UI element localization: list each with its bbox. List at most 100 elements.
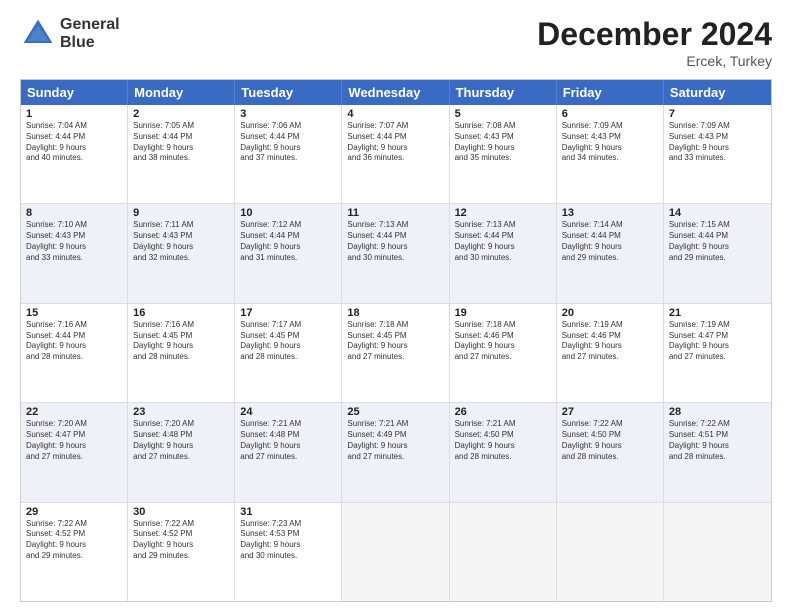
- calendar-cell: 9Sunrise: 7:11 AMSunset: 4:43 PMDaylight…: [128, 204, 235, 302]
- calendar-cell: 12Sunrise: 7:13 AMSunset: 4:44 PMDayligh…: [450, 204, 557, 302]
- calendar-cell: 7Sunrise: 7:09 AMSunset: 4:43 PMDaylight…: [664, 105, 771, 203]
- cell-text: Sunrise: 7:09 AMSunset: 4:43 PMDaylight:…: [669, 121, 766, 164]
- calendar-cell: 5Sunrise: 7:08 AMSunset: 4:43 PMDaylight…: [450, 105, 557, 203]
- weekday-header: Thursday: [450, 80, 557, 105]
- cell-text: Sunrise: 7:13 AMSunset: 4:44 PMDaylight:…: [455, 220, 551, 263]
- weekday-header: Monday: [128, 80, 235, 105]
- cell-text: Sunrise: 7:17 AMSunset: 4:45 PMDaylight:…: [240, 320, 336, 363]
- day-number: 3: [240, 108, 336, 120]
- day-number: 18: [347, 307, 443, 319]
- cell-text: Sunrise: 7:20 AMSunset: 4:48 PMDaylight:…: [133, 419, 229, 462]
- day-number: 2: [133, 108, 229, 120]
- weekday-header: Wednesday: [342, 80, 449, 105]
- cell-text: Sunrise: 7:10 AMSunset: 4:43 PMDaylight:…: [26, 220, 122, 263]
- calendar-cell: 11Sunrise: 7:13 AMSunset: 4:44 PMDayligh…: [342, 204, 449, 302]
- day-number: 31: [240, 506, 336, 518]
- header: General Blue December 2024 Ercek, Turkey: [20, 16, 772, 69]
- calendar-cell: 26Sunrise: 7:21 AMSunset: 4:50 PMDayligh…: [450, 403, 557, 501]
- cell-text: Sunrise: 7:09 AMSunset: 4:43 PMDaylight:…: [562, 121, 658, 164]
- calendar-cell: 14Sunrise: 7:15 AMSunset: 4:44 PMDayligh…: [664, 204, 771, 302]
- calendar: SundayMondayTuesdayWednesdayThursdayFrid…: [20, 79, 772, 602]
- day-number: 20: [562, 307, 658, 319]
- calendar-cell: 16Sunrise: 7:16 AMSunset: 4:45 PMDayligh…: [128, 304, 235, 402]
- cell-text: Sunrise: 7:12 AMSunset: 4:44 PMDaylight:…: [240, 220, 336, 263]
- day-number: 4: [347, 108, 443, 120]
- cell-text: Sunrise: 7:06 AMSunset: 4:44 PMDaylight:…: [240, 121, 336, 164]
- main-title: December 2024: [537, 16, 772, 53]
- day-number: 26: [455, 406, 551, 418]
- cell-text: Sunrise: 7:18 AMSunset: 4:45 PMDaylight:…: [347, 320, 443, 363]
- calendar-row: 22Sunrise: 7:20 AMSunset: 4:47 PMDayligh…: [21, 403, 771, 502]
- day-number: 10: [240, 207, 336, 219]
- day-number: 7: [669, 108, 766, 120]
- calendar-cell: 31Sunrise: 7:23 AMSunset: 4:53 PMDayligh…: [235, 503, 342, 601]
- weekday-header: Friday: [557, 80, 664, 105]
- cell-text: Sunrise: 7:07 AMSunset: 4:44 PMDaylight:…: [347, 121, 443, 164]
- cell-text: Sunrise: 7:22 AMSunset: 4:51 PMDaylight:…: [669, 419, 766, 462]
- cell-text: Sunrise: 7:04 AMSunset: 4:44 PMDaylight:…: [26, 121, 122, 164]
- day-number: 5: [455, 108, 551, 120]
- weekday-header: Tuesday: [235, 80, 342, 105]
- calendar-cell: 17Sunrise: 7:17 AMSunset: 4:45 PMDayligh…: [235, 304, 342, 402]
- day-number: 12: [455, 207, 551, 219]
- weekday-header: Sunday: [21, 80, 128, 105]
- calendar-cell: [557, 503, 664, 601]
- day-number: 19: [455, 307, 551, 319]
- logo-icon: [20, 16, 56, 52]
- cell-text: Sunrise: 7:21 AMSunset: 4:48 PMDaylight:…: [240, 419, 336, 462]
- day-number: 15: [26, 307, 122, 319]
- day-number: 23: [133, 406, 229, 418]
- calendar-cell: 20Sunrise: 7:19 AMSunset: 4:46 PMDayligh…: [557, 304, 664, 402]
- calendar-cell: 18Sunrise: 7:18 AMSunset: 4:45 PMDayligh…: [342, 304, 449, 402]
- cell-text: Sunrise: 7:14 AMSunset: 4:44 PMDaylight:…: [562, 220, 658, 263]
- cell-text: Sunrise: 7:22 AMSunset: 4:52 PMDaylight:…: [26, 519, 122, 562]
- calendar-row: 29Sunrise: 7:22 AMSunset: 4:52 PMDayligh…: [21, 503, 771, 601]
- weekday-header: Saturday: [664, 80, 771, 105]
- calendar-cell: 10Sunrise: 7:12 AMSunset: 4:44 PMDayligh…: [235, 204, 342, 302]
- cell-text: Sunrise: 7:22 AMSunset: 4:52 PMDaylight:…: [133, 519, 229, 562]
- calendar-body: 1Sunrise: 7:04 AMSunset: 4:44 PMDaylight…: [21, 105, 771, 601]
- cell-text: Sunrise: 7:19 AMSunset: 4:46 PMDaylight:…: [562, 320, 658, 363]
- calendar-cell: [664, 503, 771, 601]
- calendar-cell: 6Sunrise: 7:09 AMSunset: 4:43 PMDaylight…: [557, 105, 664, 203]
- cell-text: Sunrise: 7:18 AMSunset: 4:46 PMDaylight:…: [455, 320, 551, 363]
- calendar-cell: 29Sunrise: 7:22 AMSunset: 4:52 PMDayligh…: [21, 503, 128, 601]
- calendar-cell: 2Sunrise: 7:05 AMSunset: 4:44 PMDaylight…: [128, 105, 235, 203]
- calendar-cell: [342, 503, 449, 601]
- calendar-header: SundayMondayTuesdayWednesdayThursdayFrid…: [21, 80, 771, 105]
- calendar-row: 1Sunrise: 7:04 AMSunset: 4:44 PMDaylight…: [21, 105, 771, 204]
- day-number: 30: [133, 506, 229, 518]
- calendar-cell: 1Sunrise: 7:04 AMSunset: 4:44 PMDaylight…: [21, 105, 128, 203]
- calendar-cell: 23Sunrise: 7:20 AMSunset: 4:48 PMDayligh…: [128, 403, 235, 501]
- logo-text: General Blue: [60, 16, 120, 51]
- calendar-cell: 30Sunrise: 7:22 AMSunset: 4:52 PMDayligh…: [128, 503, 235, 601]
- cell-text: Sunrise: 7:22 AMSunset: 4:50 PMDaylight:…: [562, 419, 658, 462]
- day-number: 6: [562, 108, 658, 120]
- logo: General Blue: [20, 16, 120, 52]
- cell-text: Sunrise: 7:20 AMSunset: 4:47 PMDaylight:…: [26, 419, 122, 462]
- day-number: 16: [133, 307, 229, 319]
- day-number: 24: [240, 406, 336, 418]
- cell-text: Sunrise: 7:16 AMSunset: 4:45 PMDaylight:…: [133, 320, 229, 363]
- cell-text: Sunrise: 7:05 AMSunset: 4:44 PMDaylight:…: [133, 121, 229, 164]
- cell-text: Sunrise: 7:15 AMSunset: 4:44 PMDaylight:…: [669, 220, 766, 263]
- cell-text: Sunrise: 7:21 AMSunset: 4:50 PMDaylight:…: [455, 419, 551, 462]
- calendar-cell: 22Sunrise: 7:20 AMSunset: 4:47 PMDayligh…: [21, 403, 128, 501]
- calendar-cell: 21Sunrise: 7:19 AMSunset: 4:47 PMDayligh…: [664, 304, 771, 402]
- day-number: 17: [240, 307, 336, 319]
- calendar-row: 15Sunrise: 7:16 AMSunset: 4:44 PMDayligh…: [21, 304, 771, 403]
- day-number: 28: [669, 406, 766, 418]
- calendar-cell: 8Sunrise: 7:10 AMSunset: 4:43 PMDaylight…: [21, 204, 128, 302]
- page: General Blue December 2024 Ercek, Turkey…: [0, 0, 792, 612]
- day-number: 11: [347, 207, 443, 219]
- day-number: 1: [26, 108, 122, 120]
- subtitle: Ercek, Turkey: [537, 53, 772, 69]
- cell-text: Sunrise: 7:21 AMSunset: 4:49 PMDaylight:…: [347, 419, 443, 462]
- calendar-cell: 27Sunrise: 7:22 AMSunset: 4:50 PMDayligh…: [557, 403, 664, 501]
- day-number: 22: [26, 406, 122, 418]
- calendar-cell: 4Sunrise: 7:07 AMSunset: 4:44 PMDaylight…: [342, 105, 449, 203]
- calendar-cell: 25Sunrise: 7:21 AMSunset: 4:49 PMDayligh…: [342, 403, 449, 501]
- cell-text: Sunrise: 7:19 AMSunset: 4:47 PMDaylight:…: [669, 320, 766, 363]
- day-number: 8: [26, 207, 122, 219]
- cell-text: Sunrise: 7:13 AMSunset: 4:44 PMDaylight:…: [347, 220, 443, 263]
